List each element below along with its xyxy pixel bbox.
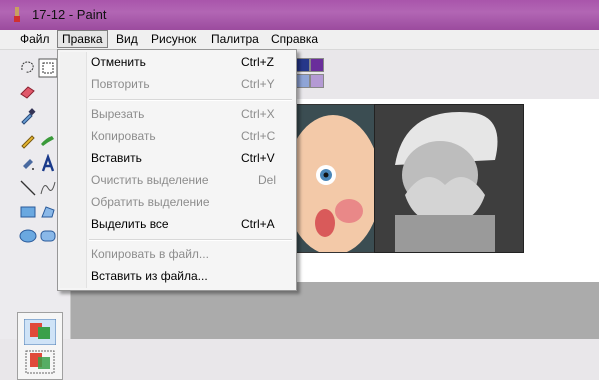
paint-icon [14, 7, 20, 22]
menu-item-paste[interactable]: Вставить Ctrl+V [58, 148, 296, 168]
menu-view[interactable]: Вид [112, 31, 142, 47]
line-icon[interactable] [18, 178, 38, 198]
free-select-icon[interactable] [18, 58, 38, 78]
menu-item-shortcut: Ctrl+C [241, 129, 276, 143]
menu-item-label: Очистить выделение [91, 173, 209, 187]
curve-icon[interactable] [38, 178, 58, 198]
menu-item-shortcut: Del [258, 173, 277, 187]
menu-item-clear-selection[interactable]: Очистить выделение Del [58, 170, 296, 190]
menu-item-shortcut: Ctrl+A [241, 217, 275, 231]
menu-item-label: Выделить все [91, 217, 169, 231]
menu-item-undo[interactable]: Отменить Ctrl+Z [58, 52, 296, 72]
color-palette [296, 57, 336, 89]
menu-item-shortcut: Ctrl+V [241, 151, 275, 165]
menu-item-select-all[interactable]: Выделить все Ctrl+A [58, 214, 296, 234]
menu-edit[interactable]: Правка [57, 30, 108, 48]
polygon-icon[interactable] [38, 202, 58, 222]
menu-item-shortcut: Ctrl+Z [241, 55, 274, 69]
menu-separator [89, 99, 292, 101]
eyedropper-icon[interactable] [18, 106, 38, 126]
menu-item-label: Вставить из файла... [91, 269, 208, 283]
edit-menu-dropdown: Отменить Ctrl+Z Повторить Ctrl+Y Вырезат… [57, 49, 297, 291]
menu-item-copy-to-file[interactable]: Копировать в файл... [58, 244, 296, 264]
palette-swatch[interactable] [310, 74, 324, 88]
eraser-icon[interactable] [18, 82, 38, 102]
palette-swatch[interactable] [310, 58, 324, 72]
menu-item-shortcut: Ctrl+X [241, 107, 275, 121]
menu-item-label: Повторить [91, 77, 150, 91]
menu-item-copy[interactable]: Копировать Ctrl+C [58, 126, 296, 146]
menu-item-label: Вставить [91, 151, 142, 165]
menu-item-paste-from-file[interactable]: Вставить из файла... [58, 266, 296, 286]
menu-item-cut[interactable]: Вырезать Ctrl+X [58, 104, 296, 124]
menu-item-label: Отменить [91, 55, 146, 69]
airbrush-icon[interactable] [18, 154, 38, 174]
menu-item-invert-selection[interactable]: Обратить выделение [58, 192, 296, 212]
baby-photo-left [296, 104, 376, 253]
menu-bar: Файл Правка Вид Рисунок Палитра Справка [0, 30, 599, 50]
rounded-rect-icon[interactable] [38, 226, 58, 246]
transparent-selection-icon[interactable] [24, 349, 56, 375]
menu-item-shortcut: Ctrl+Y [241, 77, 275, 91]
menu-item-redo[interactable]: Повторить Ctrl+Y [58, 74, 296, 94]
menu-file[interactable]: Файл [16, 31, 54, 47]
tool-options-box [17, 312, 63, 380]
menu-item-label: Копировать [91, 129, 156, 143]
menu-item-label: Копировать в файл... [91, 247, 209, 261]
brush-icon[interactable] [38, 130, 58, 150]
menu-colors[interactable]: Палитра [207, 31, 263, 47]
rect-select-icon[interactable] [38, 58, 58, 78]
opaque-selection-icon[interactable] [24, 319, 56, 345]
menu-separator [89, 239, 292, 241]
menu-item-label: Обратить выделение [91, 195, 210, 209]
window-title: 17-12 - Paint [32, 7, 107, 22]
text-icon[interactable] [38, 154, 58, 174]
menu-help[interactable]: Справка [267, 31, 322, 47]
title-bar[interactable]: 17-12 - Paint [0, 0, 599, 30]
menu-image[interactable]: Рисунок [147, 31, 200, 47]
pencil-icon[interactable] [18, 130, 38, 150]
palette-swatch[interactable] [296, 58, 310, 72]
baby-photo-right [374, 104, 524, 253]
rectangle-icon[interactable] [18, 202, 38, 222]
ellipse-icon[interactable] [18, 226, 38, 246]
palette-swatch[interactable] [296, 74, 310, 88]
menu-item-label: Вырезать [91, 107, 145, 121]
